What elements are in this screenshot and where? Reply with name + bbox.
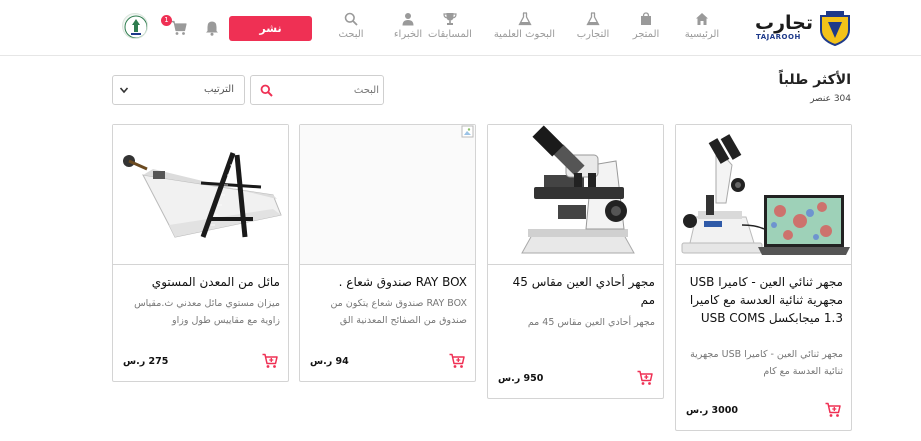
nav-experiments[interactable]: التجارب <box>563 12 623 40</box>
nav-experts[interactable]: الخبراء <box>378 12 438 40</box>
product-price: 950 ر.س <box>498 373 544 384</box>
broken-image-icon <box>461 125 474 138</box>
sort-label: الترتيب <box>204 84 234 95</box>
item-count: 304 عنصر <box>810 94 851 104</box>
product-price: 94 ر.س <box>310 356 349 367</box>
add-to-cart-icon[interactable] <box>262 353 278 369</box>
product-title[interactable]: مجهر أحادي العين مقاس 45 مم <box>496 273 655 309</box>
cart-icon[interactable] <box>171 20 187 36</box>
product-title[interactable]: مائل من المعدن المستوي <box>121 273 280 291</box>
product-description: ميزان مستوي مائل معدني ث.مقياس زاوية مع … <box>134 298 280 326</box>
product-title[interactable]: مجهر ثنائي العين - كاميرا USB مجهرية ثنا… <box>684 273 843 327</box>
product-description: مجهر ثنائي العين - كاميرا USB مجهرية ثنا… <box>690 349 843 377</box>
product-description: مجهر أحادي العين مقاس 45 مم <box>527 317 655 328</box>
search-input[interactable] <box>277 80 379 100</box>
logo-subtitle: TAJAROOH <box>756 33 801 41</box>
top-header: تجارب TAJAROOH الرئيسية المتجر التجارب ا… <box>0 0 921 56</box>
add-to-cart-icon[interactable] <box>449 353 465 369</box>
add-to-cart-icon[interactable] <box>825 402 841 418</box>
home-icon <box>696 13 708 25</box>
notification-bell-icon[interactable] <box>205 20 219 36</box>
user-icon <box>402 13 414 26</box>
nav-experts-label: الخبراء <box>393 29 423 40</box>
nav-experiments-label: التجارب <box>576 29 610 40</box>
inclined-plane-image <box>123 152 282 238</box>
product-card[interactable]: مائل من المعدن المستوي ميزان مستوي مائل … <box>112 124 289 382</box>
chevron-down-icon <box>119 87 129 94</box>
flask-icon <box>518 12 532 26</box>
product-card[interactable]: مجهر أحادي العين مقاس 45 مم مجهر أحادي ا… <box>487 124 664 399</box>
nav-research-label: البحوث العلمية <box>493 29 555 40</box>
microscope-camera-image <box>681 134 850 255</box>
product-card[interactable]: مجهر ثنائي العين - كاميرا USB مجهرية ثنا… <box>675 124 852 431</box>
logo-wordmark: تجارب <box>755 12 813 34</box>
nav-home[interactable]: الرئيسية <box>672 12 732 40</box>
product-image[interactable] <box>488 125 663 265</box>
product-image[interactable] <box>300 125 475 265</box>
nav-search-label: البحث <box>338 29 364 40</box>
page-title: الأكثر طلباً <box>778 72 851 88</box>
cart-count-badge: 1 <box>161 15 172 26</box>
nav-search[interactable]: البحث <box>321 12 381 40</box>
search-field[interactable] <box>250 75 384 105</box>
sort-dropdown[interactable]: الترتيب <box>112 75 245 105</box>
nav-research[interactable]: البحوث العلمية <box>493 12 555 40</box>
site-logo[interactable]: تجارب TAJAROOH <box>754 10 858 46</box>
publish-button[interactable]: نشر <box>229 16 312 41</box>
product-card[interactable]: RAY BOX صندوق شعاع . RAY BOX صندوق شعاع … <box>299 124 476 382</box>
product-price: 275 ر.س <box>123 356 169 367</box>
product-title[interactable]: RAY BOX صندوق شعاع . <box>308 273 467 291</box>
nav-store-label: المتجر <box>632 29 660 40</box>
monocular-microscope-image <box>521 125 635 254</box>
product-image[interactable] <box>676 125 851 265</box>
product-description: RAY BOX صندوق شعاع يتكون من صندوق من الص… <box>330 298 467 326</box>
shopping-bag-icon <box>641 12 651 25</box>
search-icon <box>344 12 358 26</box>
trophy-icon <box>443 13 457 25</box>
product-price: 3000 ر.س <box>686 405 738 416</box>
product-image[interactable] <box>113 125 288 265</box>
nav-store[interactable]: المتجر <box>616 12 676 40</box>
user-avatar[interactable] <box>122 13 148 39</box>
avatar-emblem-icon <box>124 15 147 38</box>
add-to-cart-icon[interactable] <box>637 370 653 386</box>
nav-home-label: الرئيسية <box>684 29 720 40</box>
logo-crest-icon <box>820 11 850 46</box>
search-icon[interactable] <box>260 84 273 97</box>
flask-icon <box>586 12 600 26</box>
